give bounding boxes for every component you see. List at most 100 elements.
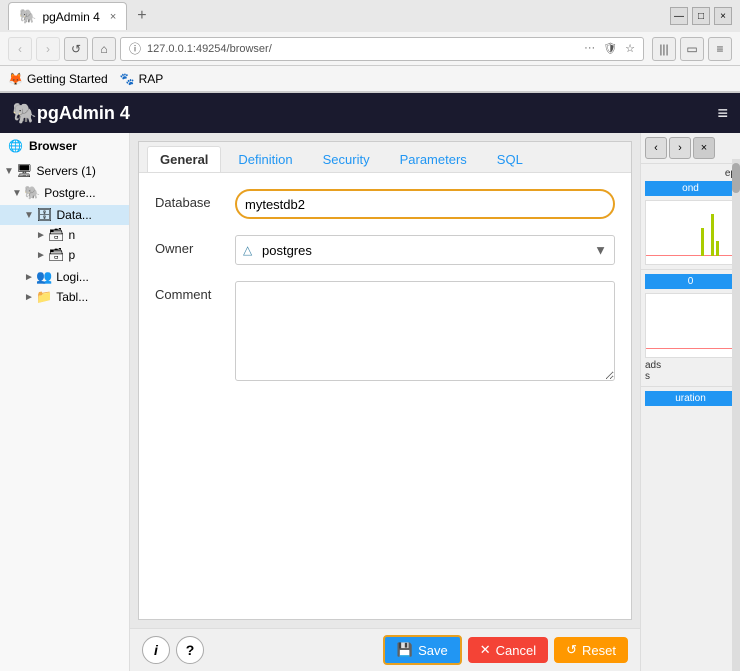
tree-servers: ▼ 🖥 Servers (1) ▼ 🐘 Postgre... ▼ 🗄 bbox=[0, 159, 129, 311]
sidebar-item-login[interactable]: ► 👥 Logi... bbox=[0, 267, 129, 287]
tree-arrow-servers: ▼ bbox=[4, 166, 16, 177]
chart-sub-label: ads bbox=[645, 360, 736, 371]
main-content: General Definition Security Parameters S… bbox=[130, 133, 640, 671]
sidebar-item-servers[interactable]: ▼ 🖥 Servers (1) bbox=[0, 161, 129, 181]
shield-icon: 🛡 bbox=[603, 42, 617, 55]
servers-icon: 🖥 bbox=[16, 163, 33, 179]
db-p-icon: 🗃 bbox=[48, 247, 65, 263]
sidebar-toggle-button[interactable]: ▭ bbox=[680, 37, 704, 61]
maximize-button[interactable]: □ bbox=[692, 7, 710, 25]
owner-field-row: Owner △ postgres ▼ bbox=[155, 235, 615, 265]
pgadmin-title: pgAdmin 4 bbox=[37, 103, 130, 124]
menu-button[interactable]: ≡ bbox=[708, 37, 732, 61]
url-text: 127.0.0.1:49254/browser/ bbox=[147, 43, 272, 55]
tab-parameters[interactable]: Parameters bbox=[387, 146, 480, 172]
right-nav-back[interactable]: ‹ bbox=[645, 137, 667, 159]
save-button[interactable]: 💾 Save bbox=[383, 635, 462, 665]
chart-area-2 bbox=[645, 293, 736, 358]
login-label: Logi... bbox=[56, 270, 89, 284]
browser-icon: 🌐 bbox=[8, 139, 23, 153]
tab-security[interactable]: Security bbox=[310, 146, 383, 172]
minimize-button[interactable]: — bbox=[670, 7, 688, 25]
comment-control bbox=[235, 281, 615, 384]
postgres-label: Postgre... bbox=[44, 186, 95, 200]
sidebar-item-databases[interactable]: ▼ 🗄 Data... bbox=[0, 205, 129, 225]
owner-select[interactable]: postgres bbox=[235, 235, 615, 265]
refresh-button[interactable]: ↺ bbox=[64, 37, 88, 61]
browser-tab[interactable]: 🐘 pgAdmin 4 × bbox=[8, 2, 127, 30]
chart-blue-bar-1: ond bbox=[645, 181, 736, 196]
tree-postgres: ▼ 🐘 Postgre... ▼ 🗄 Data... ► 🗃 bbox=[0, 181, 129, 309]
home-button[interactable]: ⌂ bbox=[92, 37, 116, 61]
tree-arrow-login: ► bbox=[24, 272, 36, 283]
rap-icon: 🐾 bbox=[120, 72, 135, 86]
sidebar-item-postgres[interactable]: ▼ 🐘 Postgre... bbox=[0, 183, 129, 203]
db-p-label: p bbox=[69, 248, 76, 262]
chart-bar-2 bbox=[711, 214, 714, 256]
window-controls: — □ × bbox=[670, 7, 732, 25]
extensions-button[interactable]: ||| bbox=[652, 37, 676, 61]
sidebar: 🌐 Browser ▼ 🖥 Servers (1) ▼ 🐘 Postgre... bbox=[0, 133, 130, 671]
firefox-icon: 🦊 bbox=[8, 72, 23, 86]
tablespace-label: Tabl... bbox=[56, 290, 88, 304]
right-nav-close[interactable]: × bbox=[693, 137, 715, 159]
new-tab-button[interactable]: + bbox=[131, 7, 152, 25]
database-label: Database bbox=[155, 189, 235, 210]
chart-section-1: ep ond bbox=[641, 164, 740, 270]
comment-field-row: Comment bbox=[155, 281, 615, 384]
sidebar-item-db-p[interactable]: ► 🗃 p bbox=[0, 245, 129, 265]
tab-sql[interactable]: SQL bbox=[484, 146, 536, 172]
browser-chrome: 🐘 pgAdmin 4 × + — □ × ‹ › ↺ ⌂ ⓘ 127.0.0.… bbox=[0, 0, 740, 93]
save-label: Save bbox=[418, 643, 448, 658]
tree-arrow-p: ► bbox=[36, 250, 48, 261]
pgadmin-app: 🐘 pgAdmin 4 ≡ 🌐 Browser ▼ 🖥 Servers (1) … bbox=[0, 93, 740, 671]
pgadmin-logo: 🐘 bbox=[12, 101, 37, 126]
right-panel: ‹ › × ep ond 0 ad bbox=[640, 133, 740, 671]
nav-bar: ‹ › ↺ ⌂ ⓘ 127.0.0.1:49254/browser/ ··· 🛡… bbox=[0, 32, 740, 66]
reset-button[interactable]: ↺ Reset bbox=[554, 637, 628, 663]
right-scrollbar[interactable] bbox=[732, 159, 740, 671]
bookmark-getting-started[interactable]: 🦊 Getting Started bbox=[8, 72, 108, 86]
comment-textarea[interactable] bbox=[235, 281, 615, 381]
pgadmin-header: 🐘 pgAdmin 4 ≡ bbox=[0, 93, 740, 133]
hamburger-menu[interactable]: ≡ bbox=[717, 103, 728, 124]
sidebar-item-tablespace[interactable]: ► 📁 Tabl... bbox=[0, 287, 129, 307]
bottom-bar: i ? 💾 Save ✕ Cancel ↺ Reset bbox=[130, 628, 640, 671]
dialog-panel: General Definition Security Parameters S… bbox=[138, 141, 632, 620]
reset-label: Reset bbox=[582, 643, 616, 658]
tab-close-button[interactable]: × bbox=[110, 11, 116, 23]
tab-icon: 🐘 bbox=[19, 8, 36, 25]
right-panel-nav: ‹ › × bbox=[641, 133, 740, 164]
right-nav-forward[interactable]: › bbox=[669, 137, 691, 159]
forward-button[interactable]: › bbox=[36, 37, 60, 61]
tree-arrow-databases: ▼ bbox=[24, 210, 36, 221]
chart-redline-1 bbox=[646, 255, 735, 256]
chart-bar-3 bbox=[716, 241, 719, 256]
info-button[interactable]: i bbox=[142, 636, 170, 664]
sidebar-item-db-n[interactable]: ► 🗃 n bbox=[0, 225, 129, 245]
bookmark-rap-label: RAP bbox=[139, 72, 164, 86]
bookmark-rap[interactable]: 🐾 RAP bbox=[120, 72, 164, 86]
address-icons: ··· 🛡 ☆ bbox=[584, 42, 635, 55]
db-n-label: n bbox=[69, 228, 76, 242]
close-button[interactable]: × bbox=[714, 7, 732, 25]
tab-definition[interactable]: Definition bbox=[225, 146, 305, 172]
chart-section-3: uration bbox=[641, 387, 740, 410]
chart-blue-bar-2: 0 bbox=[645, 274, 736, 289]
chart-label-1: ep bbox=[645, 168, 736, 179]
scrollbar-thumb bbox=[732, 163, 740, 193]
help-button[interactable]: ? bbox=[176, 636, 204, 664]
tab-general[interactable]: General bbox=[147, 146, 221, 172]
chart-area-1 bbox=[645, 200, 736, 265]
address-bar[interactable]: ⓘ 127.0.0.1:49254/browser/ ··· 🛡 ☆ bbox=[120, 37, 644, 61]
chart-bar-1 bbox=[701, 228, 704, 256]
owner-label: Owner bbox=[155, 235, 235, 256]
pgadmin-body: 🌐 Browser ▼ 🖥 Servers (1) ▼ 🐘 Postgre... bbox=[0, 133, 740, 671]
databases-icon: 🗄 bbox=[36, 207, 53, 223]
dialog-body: Database Owner △ bbox=[139, 173, 631, 619]
back-button[interactable]: ‹ bbox=[8, 37, 32, 61]
cancel-button[interactable]: ✕ Cancel bbox=[468, 637, 548, 663]
save-icon: 💾 bbox=[397, 642, 413, 658]
servers-label: Servers (1) bbox=[37, 164, 96, 178]
database-input[interactable] bbox=[235, 189, 615, 219]
